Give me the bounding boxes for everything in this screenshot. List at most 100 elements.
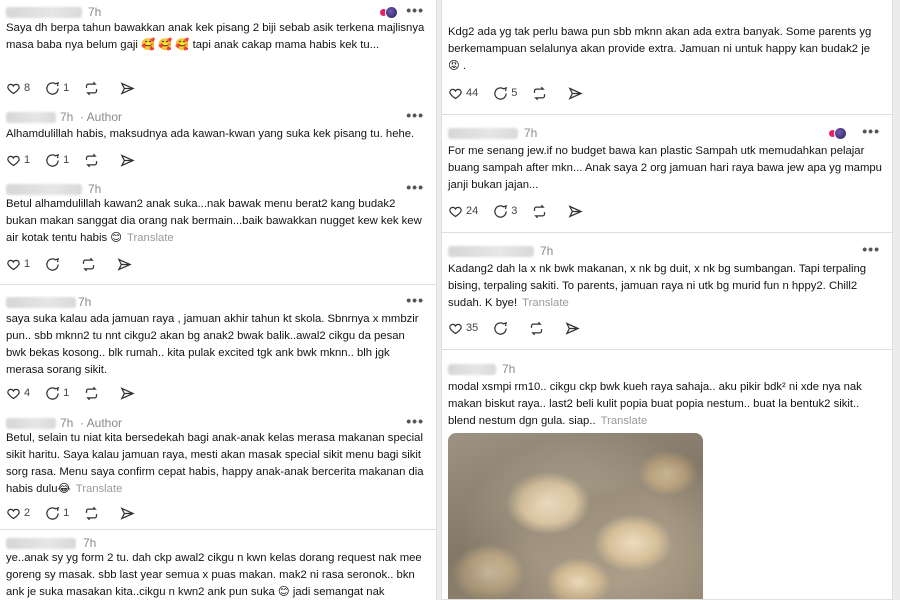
share-icon — [117, 257, 132, 271]
username-blurred[interactable] — [6, 184, 82, 195]
post-text: Saya dh berpa tahun bawakkan anak kek pi… — [6, 22, 425, 51]
like-button[interactable]: 35 — [448, 321, 478, 336]
translate-link[interactable]: Translate — [76, 483, 123, 495]
repost-button[interactable] — [84, 81, 102, 96]
share-icon — [120, 386, 135, 400]
more-options-icon[interactable]: ••• — [406, 2, 424, 18]
repost-button[interactable] — [84, 153, 102, 168]
post-time: 7h — [88, 5, 102, 19]
post-time: 7h — [540, 244, 554, 258]
share-button[interactable] — [117, 257, 135, 272]
share-button[interactable] — [120, 153, 138, 168]
like-count: 35 — [466, 322, 479, 334]
like-button[interactable]: 1 — [6, 153, 30, 168]
username-blurred[interactable] — [6, 538, 76, 549]
more-options-icon[interactable]: ••• — [406, 179, 424, 195]
repost-button[interactable] — [84, 386, 102, 401]
like-button[interactable]: 1 — [6, 257, 30, 272]
share-icon — [565, 321, 580, 335]
post-photo-popia-nestum[interactable] — [448, 433, 703, 599]
post-time: 7h — [88, 182, 102, 196]
like-count: 2 — [24, 507, 31, 519]
like-count: 8 — [24, 82, 31, 94]
post-time: 7h — [502, 362, 516, 376]
divider — [0, 529, 436, 530]
post-text: Betul alhamdulillah kawan2 anak suka...n… — [6, 196, 426, 247]
like-button[interactable]: 24 — [448, 204, 478, 219]
right-thread-column: Kdg2 ada yg tak perlu bawa pun sbb mknn … — [441, 0, 893, 600]
heart-icon — [7, 508, 20, 519]
like-count: 4 — [24, 387, 31, 399]
translate-link[interactable]: Translate — [127, 232, 174, 244]
post-text: modal xsmpi rm10.. cikgu ckp bwk kueh ra… — [448, 379, 882, 430]
share-button[interactable] — [120, 506, 138, 521]
reply-count: 3 — [511, 205, 518, 217]
share-button[interactable] — [120, 386, 138, 401]
post-time: 7h — [60, 110, 74, 124]
share-icon — [120, 153, 135, 167]
author-avatar — [385, 6, 398, 19]
more-options-icon[interactable]: ••• — [406, 292, 424, 308]
username-blurred[interactable] — [448, 364, 496, 375]
share-icon — [120, 506, 135, 520]
reply-button[interactable]: 1 — [45, 153, 69, 168]
translate-link[interactable]: Translate — [601, 415, 648, 427]
reply-icon — [46, 257, 60, 271]
reply-button[interactable]: 1 — [45, 81, 69, 96]
reply-button[interactable]: 1 — [45, 506, 69, 521]
repost-icon — [86, 386, 98, 400]
more-options-icon[interactable]: ••• — [406, 107, 424, 123]
more-options-icon[interactable]: ••• — [406, 413, 424, 429]
like-button[interactable]: 4 — [6, 386, 30, 401]
reply-button[interactable]: 1 — [45, 386, 69, 401]
like-button[interactable]: 44 — [448, 86, 478, 101]
post-time: 7h — [524, 126, 538, 140]
post-time: 7h — [78, 295, 92, 309]
author-label: · Author — [80, 110, 123, 124]
reply-button[interactable] — [493, 321, 511, 336]
username-blurred[interactable] — [448, 128, 518, 139]
username-blurred[interactable] — [6, 418, 56, 429]
heart-icon — [449, 88, 462, 99]
reply-count: 5 — [511, 87, 518, 99]
repost-icon — [86, 81, 98, 95]
username-blurred[interactable] — [6, 297, 76, 308]
reply-button[interactable] — [45, 257, 63, 272]
reply-icon — [46, 153, 60, 167]
share-button[interactable] — [568, 86, 586, 101]
post-time: 7h — [60, 416, 74, 430]
like-button[interactable]: 2 — [6, 506, 30, 521]
repost-icon — [86, 153, 98, 167]
heart-icon — [7, 388, 20, 399]
share-button[interactable] — [120, 81, 138, 96]
heart-icon — [7, 259, 20, 270]
left-thread-column: 7h ••• Saya dh berpa tahun bawakkan anak… — [0, 0, 437, 600]
reply-button[interactable]: 3 — [493, 204, 517, 219]
heart-icon — [449, 206, 462, 217]
reply-count: 1 — [63, 82, 70, 94]
repost-button[interactable] — [81, 257, 99, 272]
share-button[interactable] — [565, 321, 583, 336]
reply-icon — [494, 204, 508, 218]
author-avatar — [834, 127, 847, 140]
repost-button[interactable] — [532, 204, 550, 219]
like-count: 1 — [24, 258, 31, 270]
username-blurred[interactable] — [6, 7, 82, 18]
more-options-icon[interactable]: ••• — [862, 241, 880, 257]
share-button[interactable] — [568, 204, 586, 219]
username-blurred[interactable] — [448, 246, 534, 257]
username-blurred[interactable] — [6, 112, 56, 123]
reply-button[interactable]: 5 — [493, 86, 517, 101]
more-options-icon[interactable]: ••• — [862, 123, 880, 139]
repost-button[interactable] — [532, 86, 550, 101]
like-button[interactable]: 8 — [6, 81, 30, 96]
translate-link[interactable]: Translate — [522, 297, 569, 309]
repost-button[interactable] — [529, 321, 547, 336]
reply-count: 1 — [63, 154, 70, 166]
reply-icon — [494, 321, 508, 335]
repost-button[interactable] — [84, 506, 102, 521]
like-count: 1 — [24, 154, 31, 166]
share-icon — [120, 81, 135, 95]
divider — [442, 232, 892, 233]
post-text-content: modal xsmpi rm10.. cikgu ckp bwk kueh ra… — [448, 381, 862, 427]
